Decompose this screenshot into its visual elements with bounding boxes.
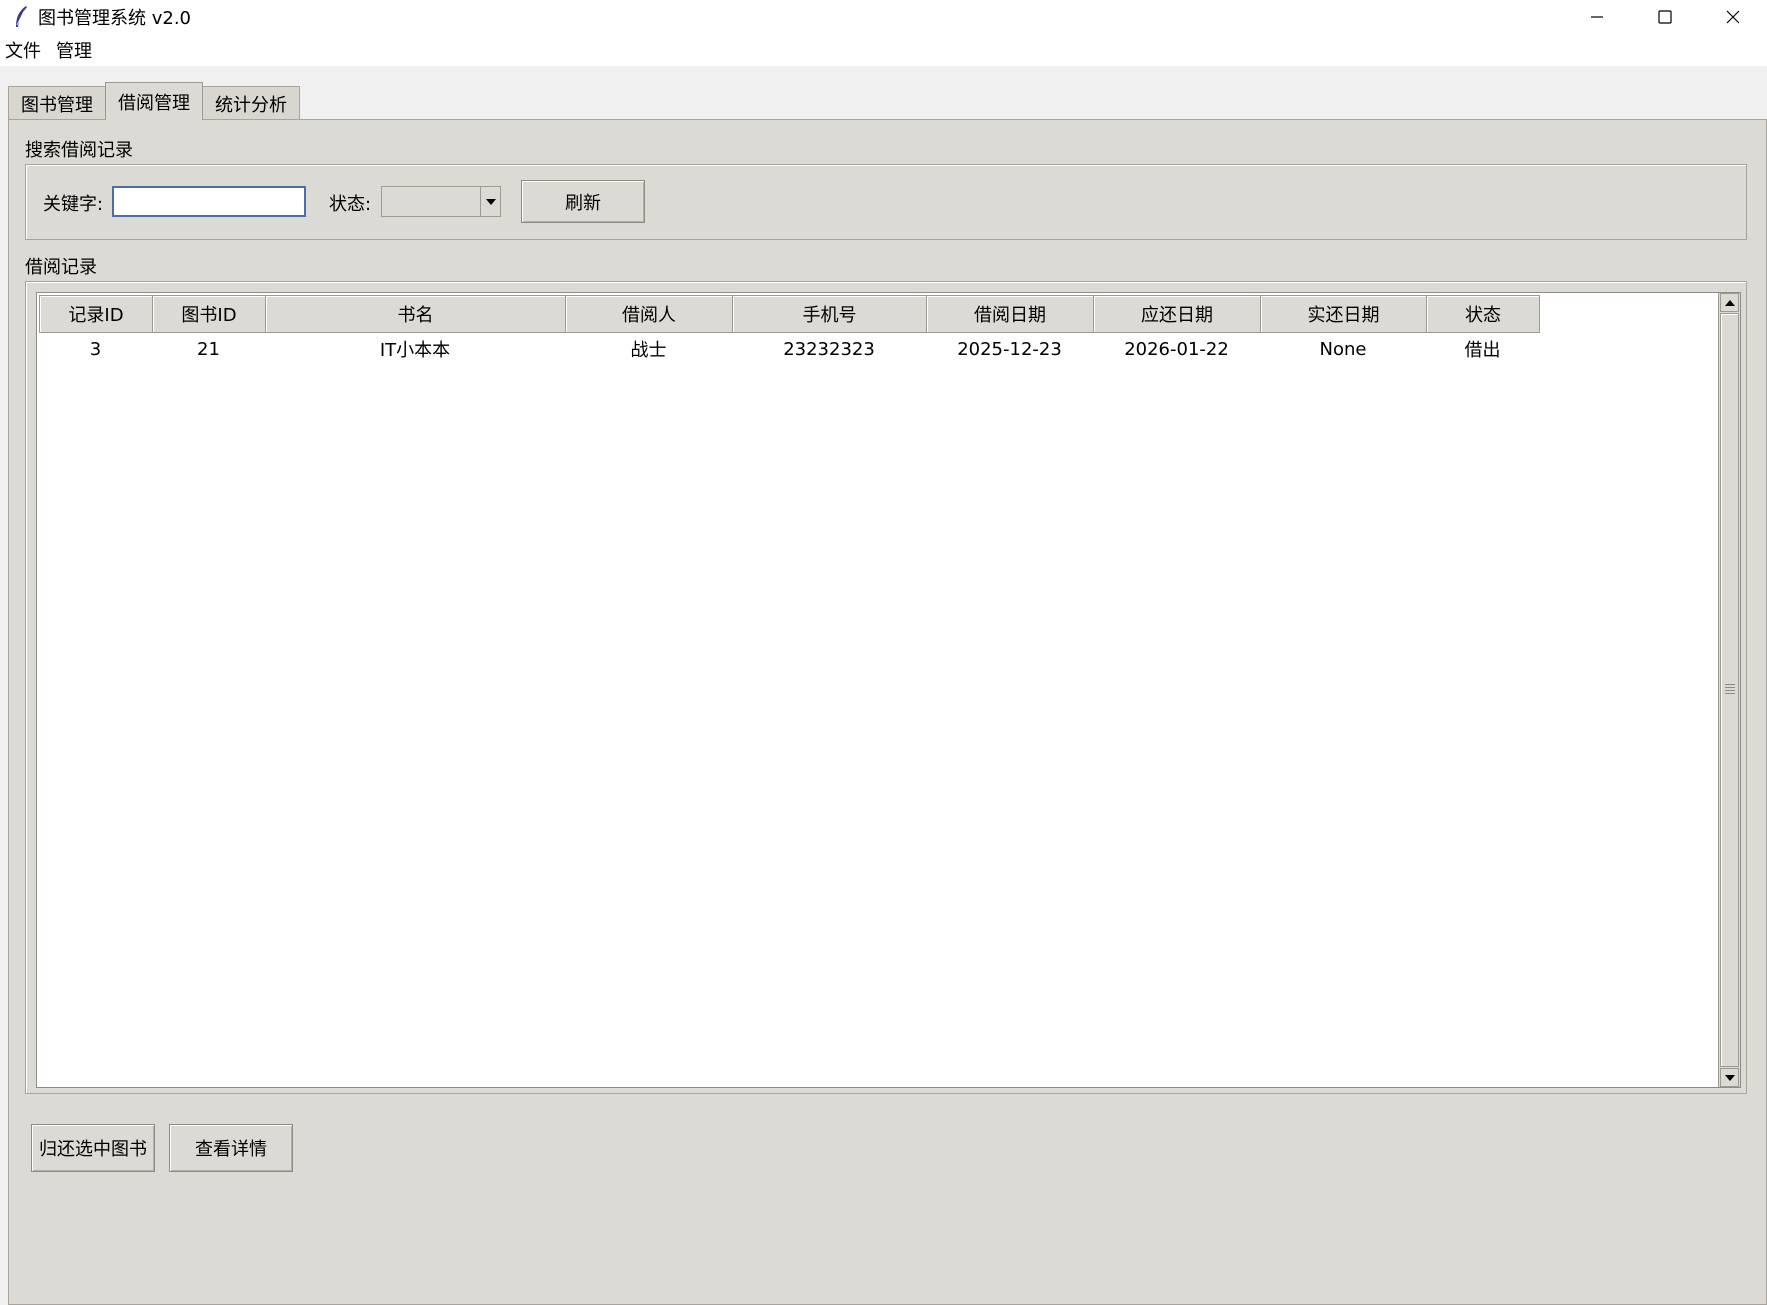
column-header-return-date[interactable]: 实还日期	[1260, 295, 1427, 333]
tab-statistics[interactable]: 统计分析	[202, 86, 300, 120]
arrow-down-icon	[1724, 1074, 1735, 1081]
column-header-borrower[interactable]: 借阅人	[565, 295, 733, 333]
cell-borrow-date: 2025-12-23	[957, 338, 1062, 360]
view-details-button[interactable]: 查看详情	[169, 1124, 293, 1172]
borrow-management-panel: 搜索借阅记录 关键字: 状态: 刷新 借阅记录 记录ID 图书ID 书名 借阅人…	[8, 119, 1767, 1305]
menu-manage[interactable]: 管理	[51, 37, 102, 63]
notebook: 图书管理 借阅管理 统计分析 搜索借阅记录 关键字: 状态: 刷新 借阅记录 记…	[8, 80, 1767, 1305]
minimize-icon	[1591, 16, 1603, 18]
cell-record-id: 3	[89, 338, 102, 360]
keyword-label: 关键字:	[43, 194, 104, 215]
column-header-phone[interactable]: 手机号	[732, 295, 927, 333]
tab-book-management[interactable]: 图书管理	[8, 86, 106, 120]
return-selected-book-button[interactable]: 归还选中图书	[31, 1124, 155, 1172]
status-combobox[interactable]	[381, 186, 501, 217]
search-section-title: 搜索借阅记录	[25, 140, 133, 161]
vertical-scrollbar[interactable]	[1718, 293, 1740, 1087]
menu-file[interactable]: 文件	[0, 37, 51, 63]
maximize-button[interactable]	[1631, 0, 1699, 34]
main-window: 图书管理 借阅管理 统计分析 搜索借阅记录 关键字: 状态: 刷新 借阅记录 记…	[0, 66, 1767, 1305]
table-header: 记录ID 图书ID 书名 借阅人 手机号 借阅日期 应还日期 实还日期 状态	[39, 295, 1540, 333]
scrollbar-thumb[interactable]	[1720, 313, 1739, 1067]
scroll-up-button[interactable]	[1720, 293, 1739, 312]
cell-status: 借出	[1464, 340, 1501, 361]
column-header-title[interactable]: 书名	[265, 295, 566, 333]
column-header-due-date[interactable]: 应还日期	[1093, 295, 1261, 333]
minimize-button[interactable]	[1563, 0, 1631, 34]
column-header-record-id[interactable]: 记录ID	[39, 295, 153, 333]
column-header-borrow-date[interactable]: 借阅日期	[926, 295, 1094, 333]
close-button[interactable]	[1699, 0, 1767, 34]
title-bar: 图书管理系统 v2.0	[0, 0, 1767, 34]
status-label: 状态:	[329, 194, 372, 215]
cell-return-date: None	[1319, 338, 1367, 360]
grip-icon	[1725, 684, 1735, 696]
menu-bar: 文件 管理	[0, 34, 1767, 67]
records-table[interactable]: 记录ID 图书ID 书名 借阅人 手机号 借阅日期 应还日期 实还日期 状态 3	[36, 292, 1741, 1088]
search-frame: 关键字: 状态: 刷新	[25, 164, 1747, 240]
tab-bar: 图书管理 借阅管理 统计分析	[8, 80, 300, 120]
window-title: 图书管理系统 v2.0	[38, 8, 191, 29]
cell-book-id: 21	[197, 338, 220, 360]
close-icon	[1726, 10, 1740, 24]
refresh-button[interactable]: 刷新	[521, 180, 645, 223]
scroll-down-button[interactable]	[1720, 1068, 1739, 1087]
tab-borrow-management[interactable]: 借阅管理	[105, 82, 203, 120]
maximize-icon	[1658, 10, 1672, 24]
table-body: 3 21 IT小本本 战士 23232323 2025-12-23 2026-0…	[39, 333, 1539, 365]
cell-borrower: 战士	[630, 340, 667, 361]
table-row[interactable]: 3 21 IT小本本 战士 23232323 2025-12-23 2026-0…	[39, 333, 1539, 365]
arrow-up-icon	[1724, 299, 1735, 306]
column-header-book-id[interactable]: 图书ID	[152, 295, 266, 333]
records-section-title: 借阅记录	[25, 257, 97, 278]
dropdown-arrow-icon[interactable]	[480, 187, 500, 216]
column-header-status[interactable]: 状态	[1426, 295, 1540, 333]
cell-title: IT小本本	[379, 340, 451, 361]
records-frame: 记录ID 图书ID 书名 借阅人 手机号 借阅日期 应还日期 实还日期 状态 3	[25, 281, 1747, 1094]
feather-icon	[6, 2, 36, 32]
cell-due-date: 2026-01-22	[1124, 338, 1229, 360]
cell-phone: 23232323	[783, 338, 875, 360]
keyword-input[interactable]	[112, 186, 306, 217]
